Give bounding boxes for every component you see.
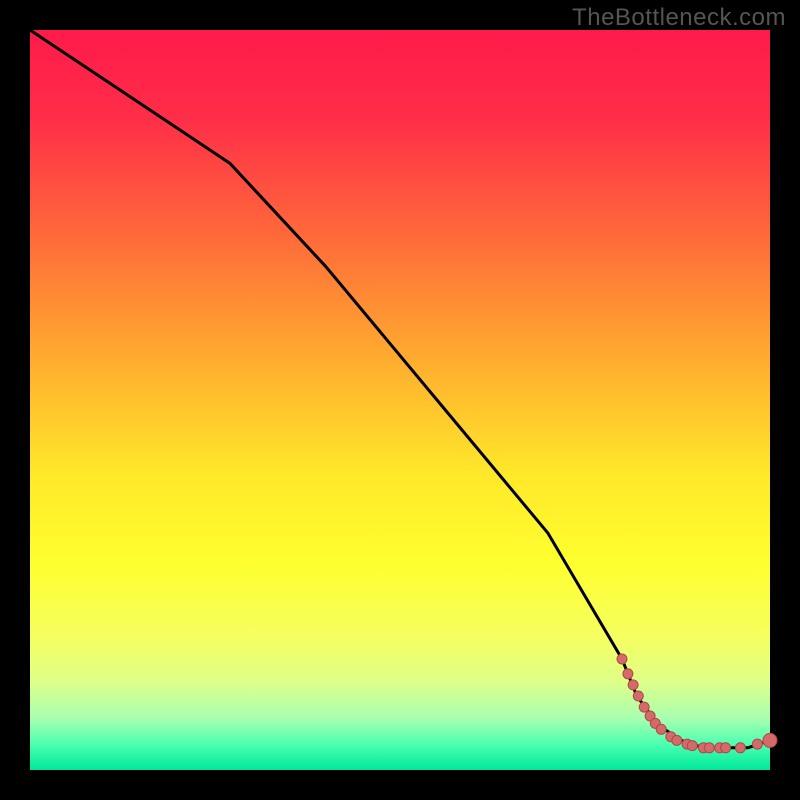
watermark-text: TheBottleneck.com xyxy=(572,4,786,32)
highlight-point xyxy=(721,743,731,753)
plot-svg xyxy=(0,0,800,800)
chart-stage: TheBottleneck.com xyxy=(0,0,800,800)
highlight-point xyxy=(628,680,638,690)
highlight-point xyxy=(617,654,627,664)
highlight-point xyxy=(704,743,714,753)
highlight-point xyxy=(656,724,666,734)
highlight-point xyxy=(639,702,649,712)
highlight-point xyxy=(623,669,633,679)
highlight-point xyxy=(687,741,697,751)
highlight-point xyxy=(633,691,643,701)
highlight-point xyxy=(752,739,762,749)
highlight-point xyxy=(672,735,682,745)
highlight-point xyxy=(763,733,777,747)
highlight-point xyxy=(735,743,745,753)
plot-background xyxy=(30,30,770,770)
